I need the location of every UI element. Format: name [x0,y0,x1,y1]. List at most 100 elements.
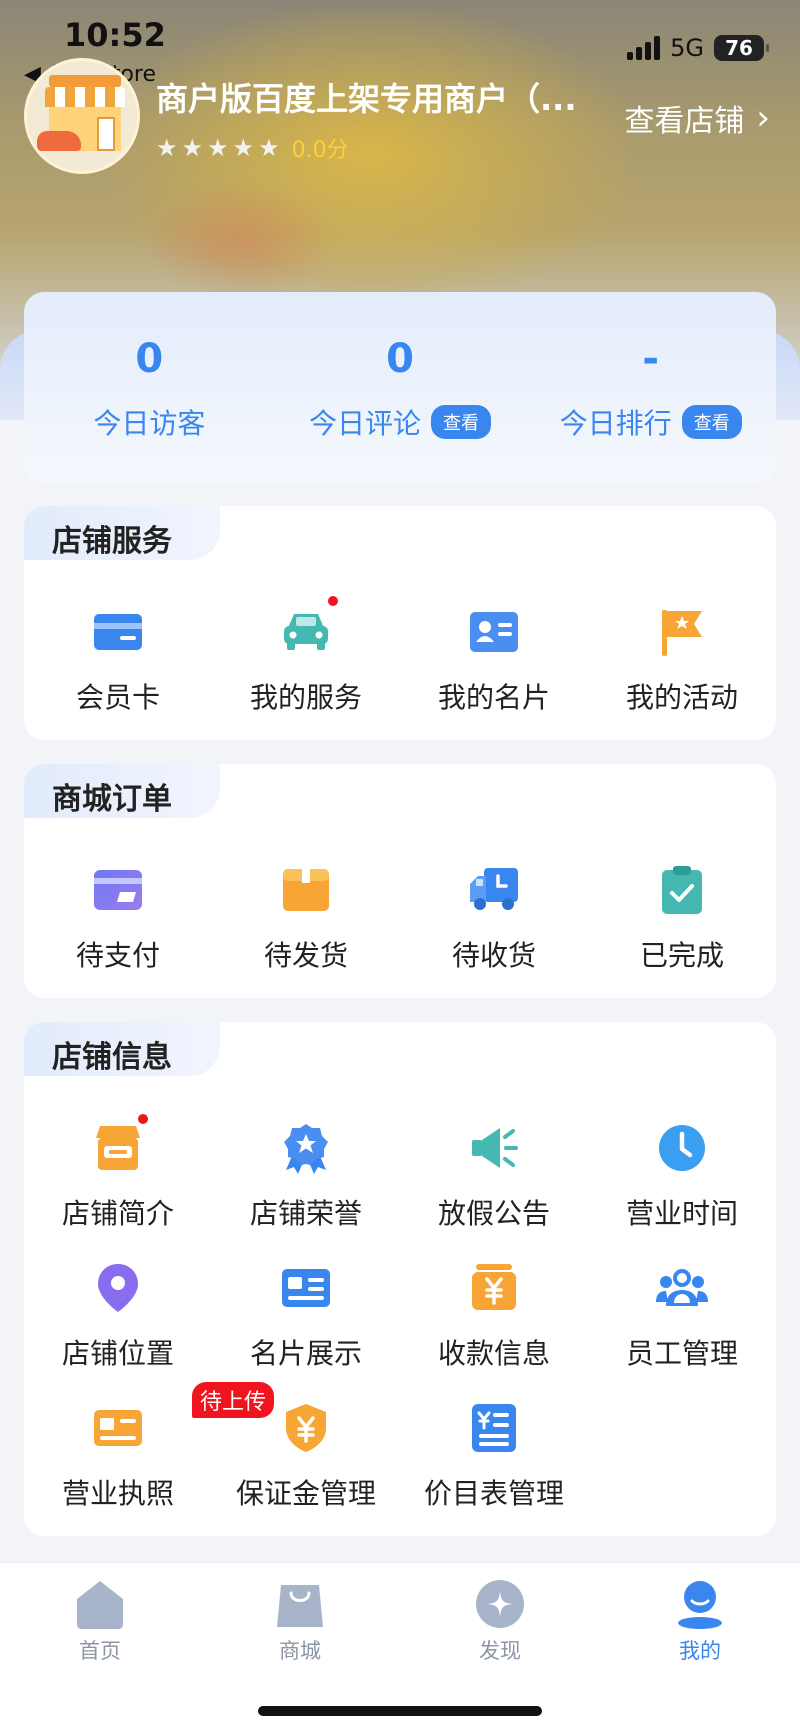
wallet-icon [88,860,148,920]
stat-value: - [642,336,659,382]
section-title: 商城订单 [52,782,172,817]
section-title: 店铺服务 [52,524,172,559]
entry-label: 收款信息 [437,1337,550,1370]
my-activities-entry[interactable]: 我的活动 [588,602,776,740]
tab-label: 商城 [279,1639,321,1663]
entry-label: 价目表管理 [423,1477,564,1510]
member-card-entry[interactable]: 会员卡 [24,602,212,740]
car-icon [276,594,340,662]
entry-label: 会员卡 [75,681,160,714]
tab-label: 发现 [479,1639,521,1663]
stat-visitors[interactable]: 0 今日访客 [24,292,275,482]
shop-rating: ★ ★ ★ ★ ★ 0.0分 [156,132,349,164]
payment-info-entry[interactable]: 收款信息 [400,1258,588,1398]
entry-label: 待收货 [451,939,536,972]
stat-label: 今日排行 [559,407,672,440]
mall-orders-card: 商城订单 待支付 待发货 待收货 已完成 [24,764,776,998]
view-shop-link[interactable]: 查看店铺 › [624,96,770,140]
entry-label: 店铺荣誉 [249,1197,362,1230]
entry-label: 我的活动 [625,681,738,714]
entry-label: 店铺位置 [61,1337,174,1370]
star-icon: ★ [181,134,204,162]
star-icon: ★ [232,134,255,162]
rating-score: 0.0分 [291,138,349,163]
store-honors-entry[interactable]: 店铺荣誉 [212,1118,400,1258]
chevron-right-icon: › [756,98,770,138]
entry-label: 已完成 [639,939,724,972]
stat-label: 今日评论 [309,407,422,440]
tab-home[interactable]: 首页 [0,1577,200,1673]
star-icon: ★ [156,134,178,162]
business-license-entry[interactable]: 待上传 营业执照 [24,1382,275,1536]
store-info-card: 店铺信息 店铺简介 店铺荣誉 放假公告 营业时间 店铺位置 名片展示 收款信息 … [24,1022,776,1536]
section-title: 店铺信息 [52,1040,172,1075]
shopping-bag-icon [277,1585,323,1627]
my-services-entry[interactable]: 我的服务 [212,594,400,740]
entry-label: 放假公告 [437,1197,550,1230]
battery-level: 76 [725,36,753,60]
entry-label: 名片展示 [249,1337,362,1370]
megaphone-icon [464,1118,524,1178]
completed-entry[interactable]: 已完成 [588,860,776,998]
shop-name: 商户版百度上架专用商户（... [156,80,577,118]
tab-mall[interactable]: 商城 [200,1577,400,1673]
today-stats-card: 0 今日访客 0 今日评论 查看 - 今日排行 查看 [24,292,776,482]
signal-icon [627,36,661,60]
location-pin-icon [88,1258,148,1318]
pending-receipt-entry[interactable]: 待收货 [400,860,588,998]
clock-icon [652,1118,712,1178]
my-business-card-entry[interactable]: 我的名片 [400,602,588,740]
holiday-notice-entry[interactable]: 放假公告 [400,1118,588,1258]
staff-management-entry[interactable]: 员工管理 [588,1258,776,1398]
stat-label: 今日访客 [93,407,206,440]
price-list-entry[interactable]: 价目表管理 [400,1398,588,1536]
battery-icon: 76 [714,35,769,61]
store-location-entry[interactable]: 店铺位置 [24,1258,212,1398]
pending-payment-entry[interactable]: 待支付 [24,860,212,998]
stat-value: 0 [135,336,164,382]
award-badge-icon [276,1118,336,1178]
tab-label: 首页 [79,1639,121,1663]
store-services-card: 店铺服务 会员卡 我的服务 我的名片 我的活动 [24,506,776,740]
flag-icon [652,602,712,662]
discover-icon [476,1580,524,1628]
tab-mine[interactable]: 我的 [600,1577,800,1673]
entry-label: 员工管理 [625,1337,738,1370]
view-ranking-button[interactable]: 查看 [681,405,742,439]
entry-label: 待发货 [263,939,348,972]
entry-label: 营业时间 [625,1197,738,1230]
store-intro-entry[interactable]: 店铺简介 [24,1112,212,1258]
tab-label: 我的 [679,1639,721,1663]
deposit-shield-icon [276,1398,336,1458]
staff-group-icon [652,1258,712,1318]
deposit-management-entry[interactable]: 保证金管理 [212,1398,400,1536]
view-shop-label: 查看店铺 [624,104,745,139]
business-hours-entry[interactable]: 营业时间 [588,1118,776,1258]
delivery-truck-icon [464,860,524,920]
id-card-icon [276,1258,336,1318]
view-comments-button[interactable]: 查看 [431,405,492,439]
home-indicator[interactable] [258,1706,542,1716]
tab-discover[interactable]: 发现 [400,1577,600,1673]
entry-label: 待支付 [75,939,160,972]
stat-comments[interactable]: 0 今日评论 查看 [275,292,526,482]
clipboard-check-icon [652,860,712,920]
package-icon [276,860,336,920]
entry-label: 店铺简介 [61,1197,174,1230]
payment-yen-icon [464,1258,524,1318]
shop-avatar[interactable] [24,58,140,174]
member-card-icon [88,602,148,662]
stat-ranking[interactable]: - 今日排行 查看 [525,292,776,482]
entry-label: 我的名片 [437,681,550,714]
profile-icon [678,1581,722,1629]
network-type: 5G [670,34,704,62]
price-list-icon [464,1398,524,1458]
license-icon: 待上传 [88,1382,275,1458]
entry-label: 我的服务 [249,681,362,714]
status-indicators: 5G 76 [627,34,769,62]
store-icon [88,1112,150,1178]
notification-dot [326,594,340,608]
entry-label: 营业执照 [61,1477,174,1510]
card-display-entry[interactable]: 名片展示 [212,1258,400,1398]
pending-shipment-entry[interactable]: 待发货 [212,860,400,998]
